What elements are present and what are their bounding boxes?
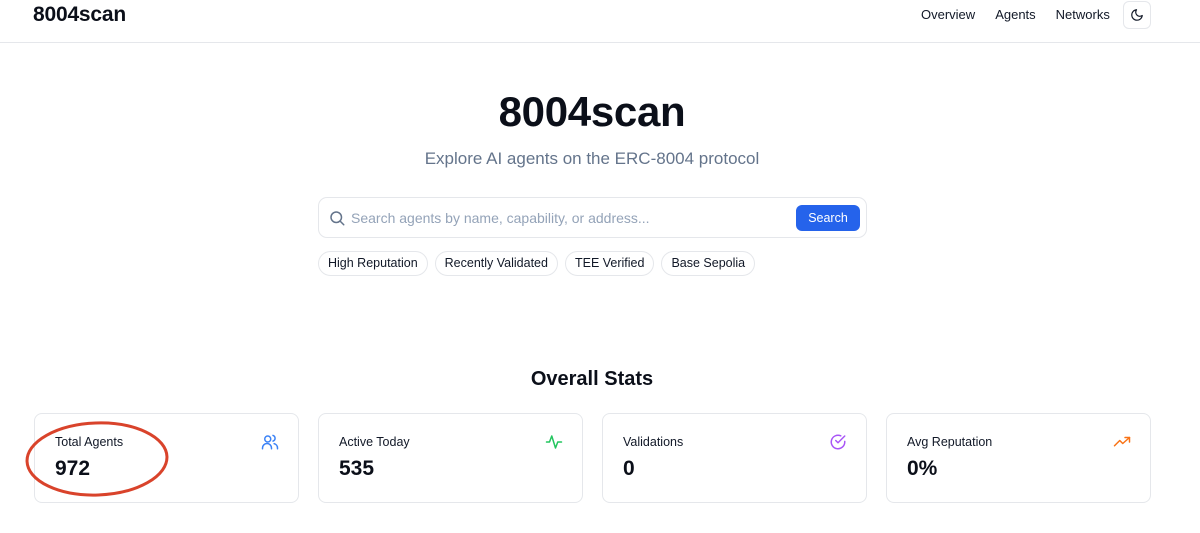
moon-icon — [1131, 9, 1143, 21]
chip-high-reputation[interactable]: High Reputation — [318, 251, 428, 276]
stats-section-title: Overall Stats — [530, 368, 654, 390]
stat-card-validations: Validations 0 — [602, 413, 867, 503]
nav-networks[interactable]: Networks — [1056, 8, 1110, 22]
stat-value: 0% — [907, 457, 938, 480]
hero-title: 8004scan — [498, 88, 686, 135]
stat-card-avg-reputation: Avg Reputation 0% — [886, 413, 1151, 503]
search-bar: Search — [318, 197, 867, 238]
site-logo[interactable]: 8004scan — [33, 3, 126, 27]
nav-overview[interactable]: Overview — [921, 8, 975, 22]
chip-base-sepolia[interactable]: Base Sepolia — [661, 251, 756, 276]
trending-up-icon — [1113, 436, 1131, 447]
top-header: 8004scan Overview Agents Networks — [0, 0, 1200, 43]
stat-value: 535 — [339, 457, 375, 480]
stat-card-active-today: Active Today 535 — [318, 413, 583, 503]
stat-card-total-agents: Total Agents 972 — [34, 413, 299, 503]
activity-icon — [545, 435, 563, 449]
stat-value: 972 — [55, 457, 91, 480]
users-icon — [261, 434, 279, 450]
theme-toggle-button[interactable] — [1123, 1, 1151, 29]
nav-agents[interactable]: Agents — [995, 8, 1035, 22]
search-icon — [330, 211, 345, 226]
main-nav: Overview Agents Networks — [921, 8, 1130, 22]
stat-label: Avg Reputation — [907, 435, 993, 449]
stat-label: Validations — [623, 435, 684, 449]
check-circle-icon — [830, 434, 846, 450]
search-button[interactable]: Search — [796, 205, 860, 231]
chip-recently-validated[interactable]: Recently Validated — [434, 251, 558, 276]
filter-chips: High Reputation Recently Validated TEE V… — [318, 251, 762, 276]
stat-value: 0 — [623, 457, 635, 480]
stat-label: Active Today — [339, 435, 410, 449]
chip-tee-verified[interactable]: TEE Verified — [564, 251, 655, 276]
search-input[interactable] — [351, 206, 791, 230]
stat-label: Total Agents — [55, 435, 124, 449]
hero-subtitle: Explore AI agents on the ERC-8004 protoc… — [424, 149, 760, 168]
